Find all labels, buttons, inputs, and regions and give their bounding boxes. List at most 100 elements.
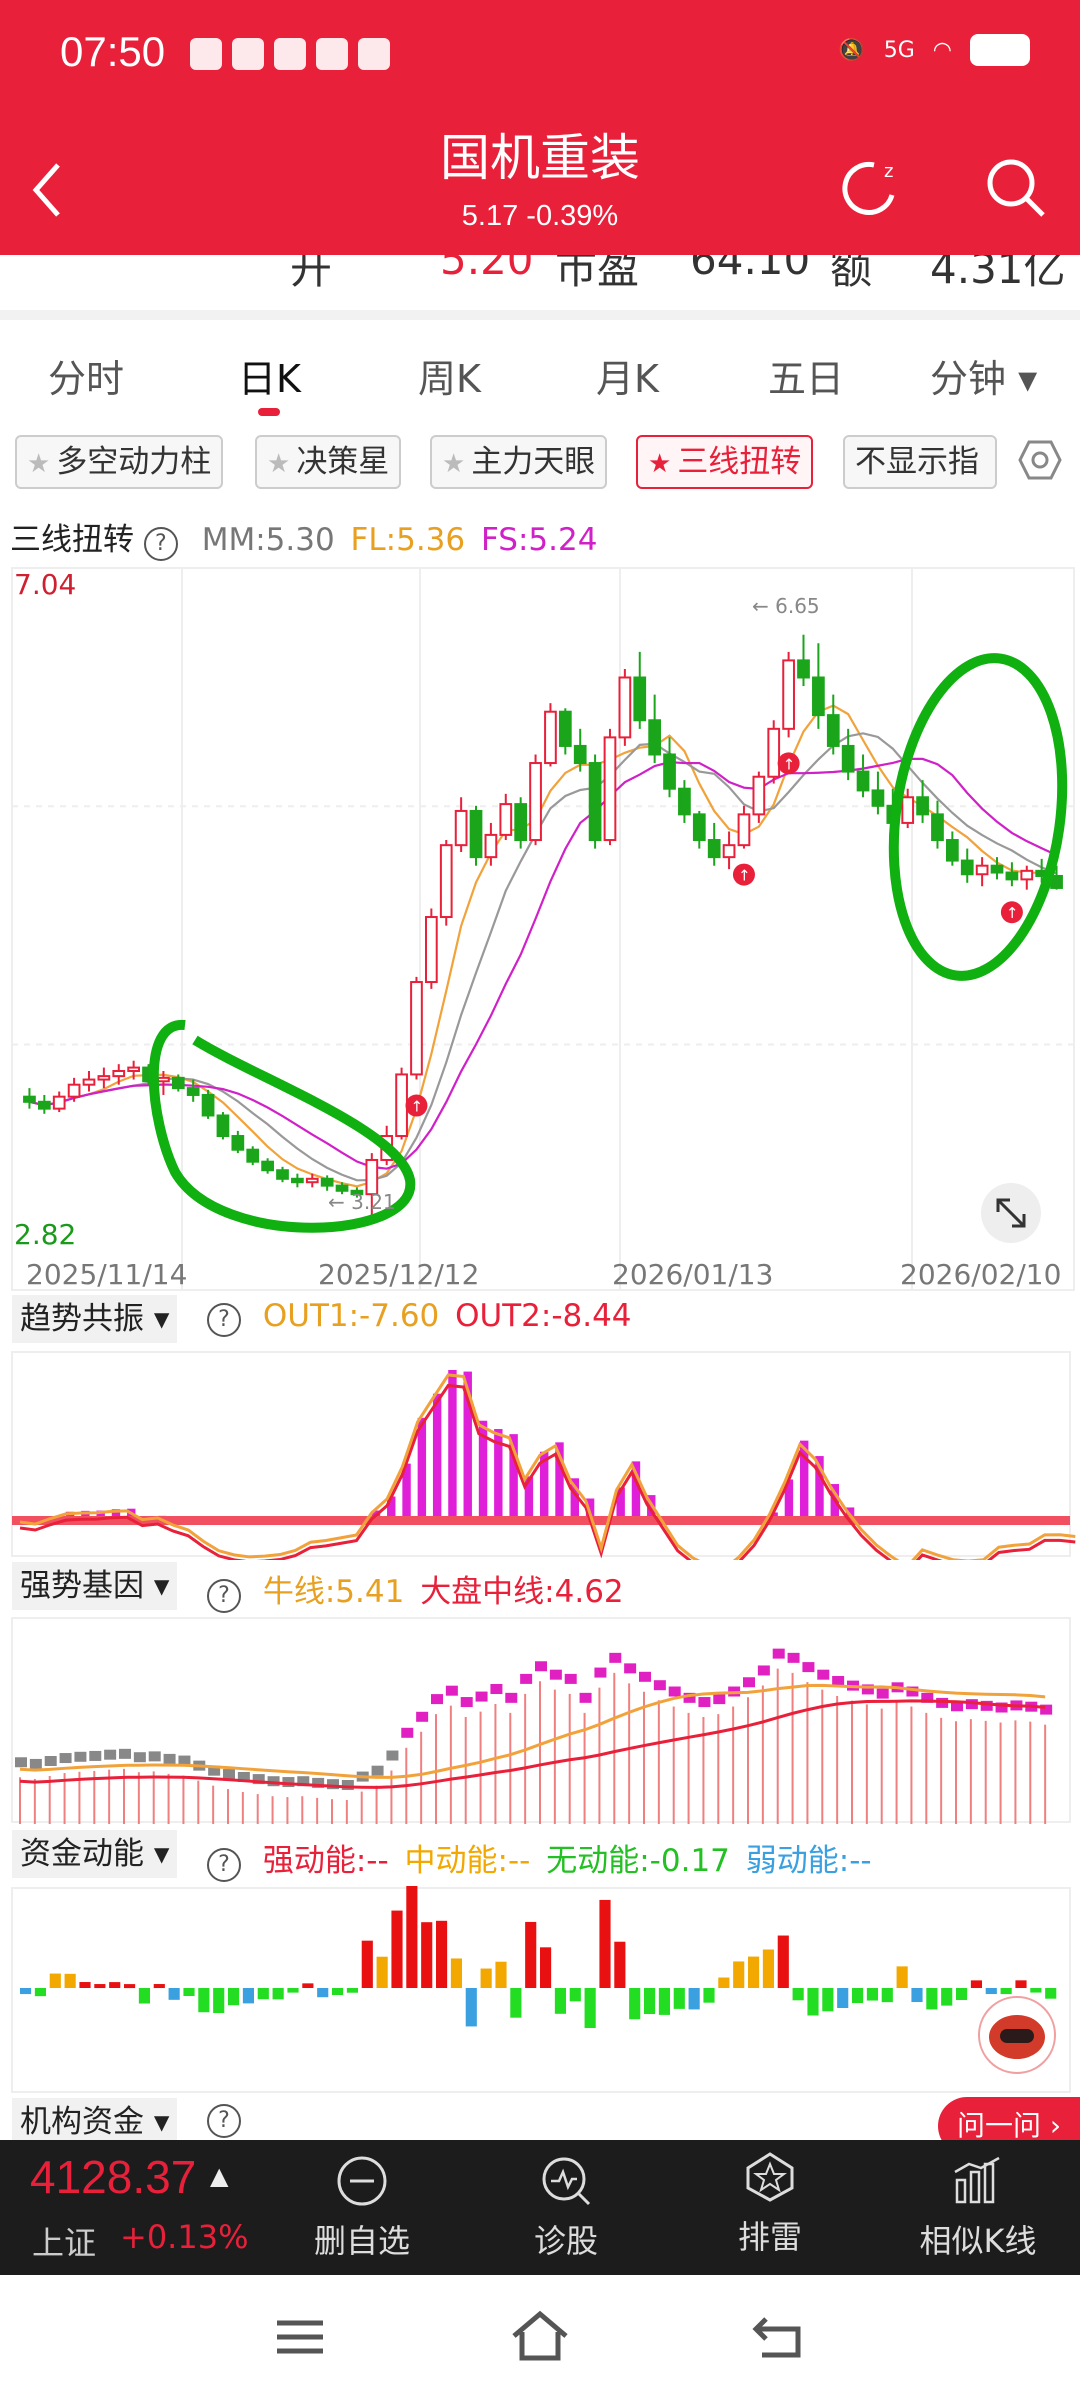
momentum-bar	[109, 1982, 121, 1988]
app-notification-icon	[316, 38, 348, 70]
candle-body	[544, 710, 557, 765]
candle-body	[37, 1100, 51, 1110]
chip-hide-indicator[interactable]: 不显示指	[843, 435, 997, 489]
nav-label: 排雷	[737, 2218, 802, 2256]
mine-sweep-button[interactable]: 排雷	[680, 2140, 860, 2258]
trend-bar	[417, 1417, 427, 1520]
candle-body	[573, 744, 587, 765]
tab-minute[interactable]: 分钟 ▾	[930, 348, 1037, 403]
menu-icon[interactable]	[275, 2317, 325, 2357]
momentum-bar	[138, 1988, 150, 2004]
back-nav-icon[interactable]	[752, 2313, 808, 2359]
market-midline-value: 大盘中线:4.62	[420, 1574, 624, 1610]
status-bar: 07:50 🔕 5G ◠	[0, 0, 1080, 110]
refresh-icon[interactable]: z	[842, 155, 908, 221]
help-icon[interactable]: ?	[207, 1579, 241, 1613]
chip-three-line[interactable]: ★ 三线扭转	[636, 435, 814, 489]
similar-kline-icon	[954, 2156, 1000, 2204]
index-value[interactable]: 4128.37	[30, 2150, 196, 2204]
help-icon[interactable]: ?	[207, 1848, 241, 1882]
mascot-icon[interactable]	[962, 1985, 1072, 2085]
mine-icon	[746, 2152, 794, 2202]
momentum-bar	[213, 1988, 225, 2013]
search-icon[interactable]	[983, 155, 1049, 221]
chart-frame	[11, 567, 1075, 1291]
gene-block	[624, 1663, 637, 1674]
candle-body	[320, 1177, 334, 1187]
momentum-bar	[911, 1988, 923, 2003]
fl-value: FL:5.36	[350, 522, 466, 558]
candle-body	[856, 770, 870, 792]
remove-watchlist-button[interactable]: 删自选	[272, 2140, 452, 2262]
quote-strip: 开 5.20 市盈 64.10 额 4.31亿	[0, 255, 1080, 320]
chip-main-eye[interactable]: ★ 主力天眼	[430, 435, 608, 489]
candle-body	[97, 1075, 111, 1081]
candle-body	[916, 796, 929, 816]
fund-momentum-dropdown[interactable]: 资金动能 ▾	[12, 1830, 178, 1878]
pe-label: 市盈	[555, 255, 640, 293]
candle-body	[216, 1114, 230, 1138]
gene-block	[698, 1697, 711, 1708]
momentum-bar	[391, 1910, 403, 1988]
momentum-bar	[837, 1988, 849, 2008]
tab-intraday[interactable]: 分时	[48, 348, 124, 403]
tab-daily-k[interactable]: 日K	[238, 348, 301, 403]
expand-icon[interactable]	[980, 1182, 1042, 1244]
nav-label: 相似K线	[919, 2222, 1037, 2260]
momentum-bar	[317, 1988, 329, 1998]
gene-block	[772, 1648, 785, 1659]
help-icon[interactable]: ?	[207, 2104, 241, 2138]
candle-body	[23, 1095, 36, 1103]
trend-bar	[432, 1393, 442, 1520]
amount-value: 4.31亿	[930, 255, 1066, 293]
gene-block	[535, 1661, 547, 1672]
home-icon[interactable]	[510, 2310, 570, 2362]
chip-long-short[interactable]: ★ 多空动力柱	[15, 435, 224, 489]
candle-body	[678, 787, 691, 816]
page-title: 国机重装	[440, 129, 640, 187]
strong-gene-dropdown[interactable]: 强势基因 ▾	[12, 1562, 178, 1610]
momentum-bar	[242, 1988, 254, 2004]
momentum-bar	[49, 1973, 61, 1988]
momentum-bar	[183, 1988, 195, 1996]
gene-block	[29, 1758, 42, 1769]
minus-circle-icon	[337, 2156, 387, 2206]
candle-body	[454, 809, 468, 847]
gene-block	[431, 1694, 443, 1705]
y-min-label: 2.82	[14, 1218, 77, 1251]
momentum-bar	[941, 1988, 953, 2006]
candle-body	[812, 676, 825, 717]
tab-monthly-k[interactable]: 月K	[596, 348, 659, 403]
app-notification-icon	[358, 38, 390, 70]
chip-label: 三线扭转	[677, 444, 802, 480]
momentum-bar	[629, 1988, 641, 2020]
gene-block	[104, 1749, 117, 1760]
candlestick-chart[interactable]: ↑ ↑ ↑ ↑	[0, 560, 1080, 1300]
settings-icon[interactable]	[1018, 440, 1062, 480]
date-label: 2025/12/12	[318, 1258, 480, 1291]
chip-decision-star[interactable]: ★ 决策星	[255, 435, 402, 489]
candle-body	[186, 1087, 200, 1096]
momentum-bar	[346, 1988, 358, 1993]
help-icon[interactable]: ?	[207, 1303, 241, 1337]
candle-body	[960, 859, 974, 876]
diagnose-button[interactable]: 诊股	[476, 2140, 656, 2262]
candle-body	[797, 659, 810, 679]
gene-block	[475, 1691, 488, 1702]
buy-signal-arrow: ↑	[783, 755, 796, 773]
help-icon[interactable]: ?	[143, 527, 178, 561]
trend-indicator-dropdown[interactable]: 趋势共振 ▾	[12, 1295, 178, 1343]
fs-value: FS:5.24	[480, 522, 598, 558]
institution-funds-dropdown[interactable]: 机构资金 ▾	[12, 2098, 178, 2146]
momentum-bar	[168, 1988, 180, 2000]
similar-kline-button[interactable]: 相似K线	[888, 2140, 1068, 2262]
tab-five-day[interactable]: 五日	[768, 348, 844, 403]
wifi-icon: ◠	[932, 37, 952, 63]
pe-value: 64.10	[690, 255, 811, 284]
tab-weekly-k[interactable]: 周K	[418, 348, 481, 403]
momentum-bar	[852, 1988, 864, 2004]
candle-body	[767, 727, 781, 778]
momentum-bar	[480, 1968, 492, 1988]
momentum-bar	[495, 1961, 507, 1988]
status-right: 🔕 5G ◠	[838, 34, 1030, 66]
